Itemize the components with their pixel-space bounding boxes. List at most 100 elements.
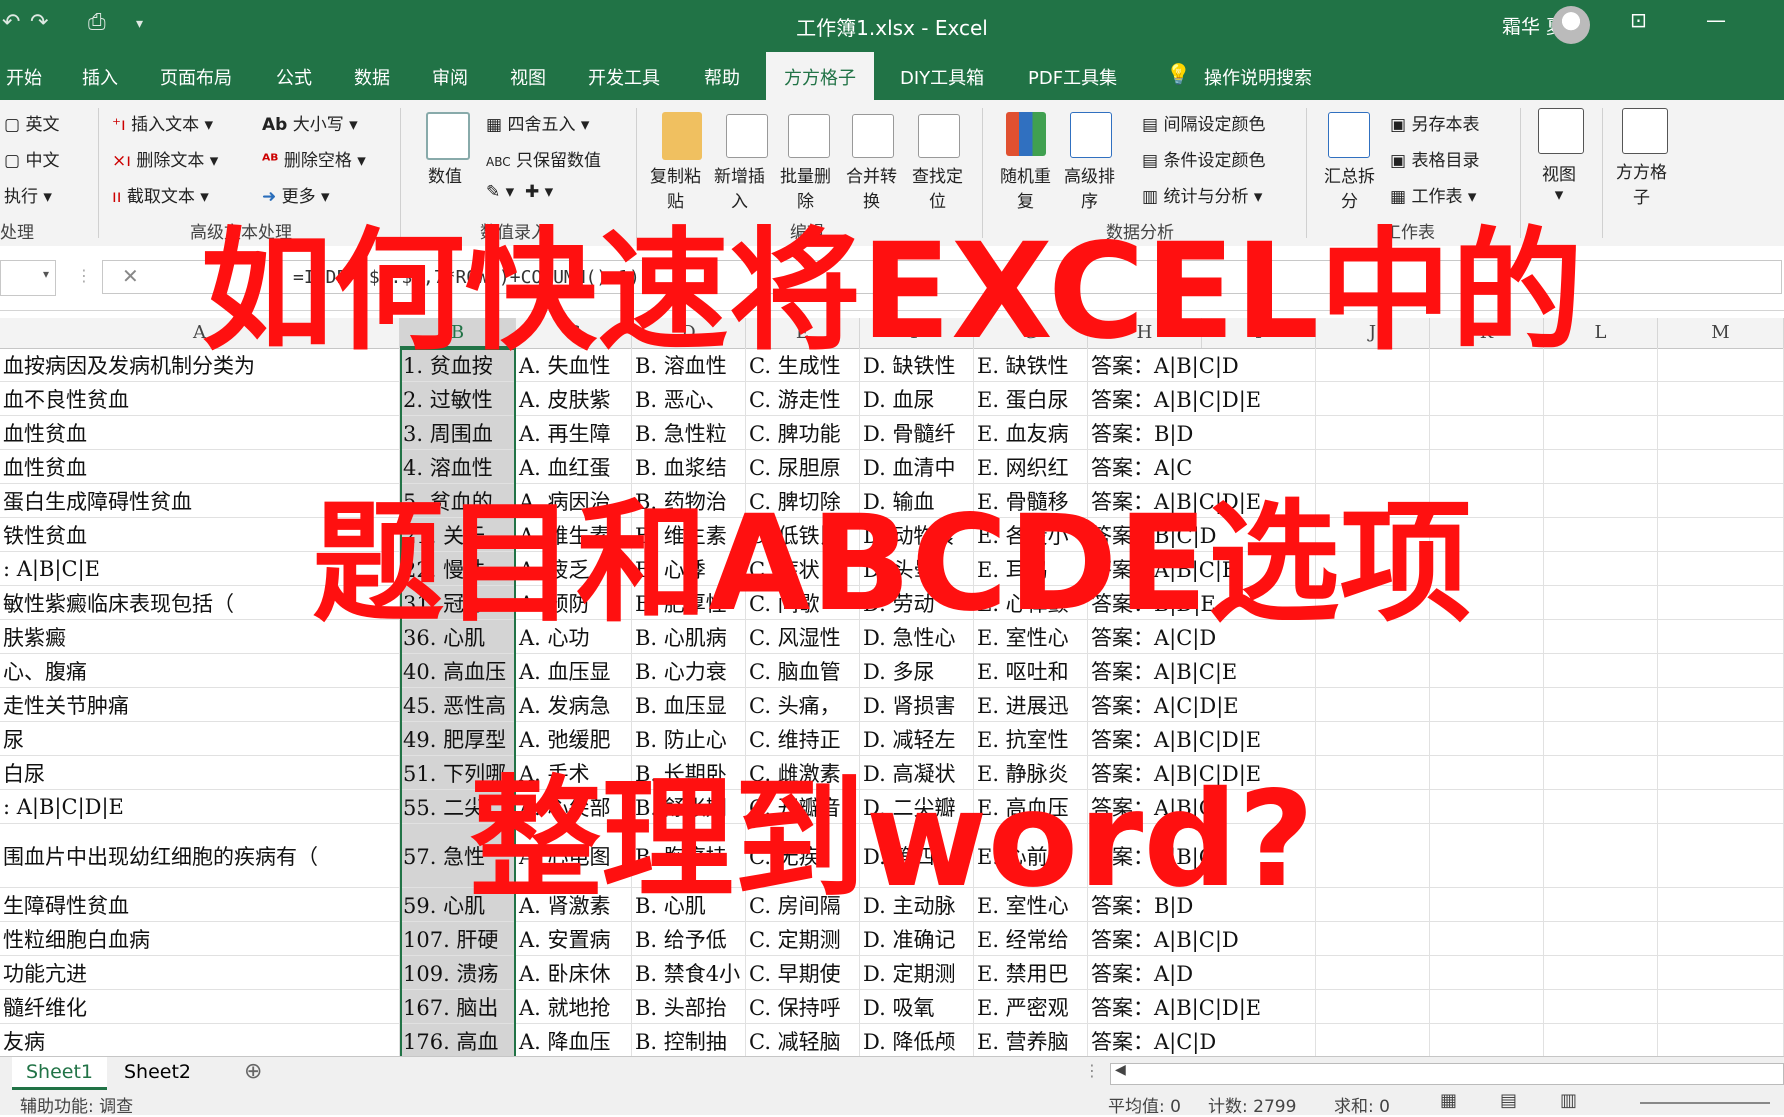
avatar[interactable] <box>1552 6 1590 44</box>
table-cell[interactable]: C. 头痛， <box>746 688 860 721</box>
tab-page-layout[interactable]: 页面布局 <box>160 64 232 90</box>
table-cell[interactable]: C. 维持正 <box>746 722 860 755</box>
table-cell[interactable]: 答案：A|B|C|D|E <box>1088 990 1316 1023</box>
minimize-icon[interactable]: — <box>1706 8 1726 32</box>
scroll-left-icon[interactable]: ◀ <box>1115 1062 1126 1078</box>
table-cell[interactable] <box>1316 1024 1430 1056</box>
table-cell[interactable] <box>1316 722 1430 755</box>
table-cell[interactable] <box>1544 1024 1658 1056</box>
table-cell[interactable]: 功能亢进 <box>0 956 400 989</box>
table-cell[interactable]: 3. 周围血 <box>400 416 516 449</box>
table-cell[interactable]: 答案：A|B|C|E <box>1088 654 1316 687</box>
table-cell[interactable]: E. 网织红 <box>974 450 1088 483</box>
table-cell[interactable]: A. 皮肤紫 <box>516 382 632 415</box>
save-sheet-button[interactable]: ▣ 另存本表 <box>1390 110 1479 135</box>
table-cell[interactable] <box>1544 990 1658 1023</box>
table-cell[interactable] <box>1316 416 1430 449</box>
table-cell[interactable]: E. 抗室性 <box>974 722 1088 755</box>
table-cell[interactable]: 答案：B|D <box>1088 416 1316 449</box>
table-cell[interactable]: A. 卧床休 <box>516 956 632 989</box>
table-cell[interactable]: 走性关节肿痛 <box>0 688 400 721</box>
delete-text-button[interactable]: ×ı 删除文本 ▾ <box>112 146 218 171</box>
table-cell[interactable]: D. 准确记 <box>860 922 974 955</box>
round-button[interactable]: ▦ 四舍五入 ▾ <box>486 110 589 135</box>
table-cell[interactable] <box>1430 688 1544 721</box>
case-button[interactable]: Ab 大小写 ▾ <box>262 110 358 135</box>
split-handle-icon[interactable]: ⋮ <box>1084 1061 1100 1080</box>
table-cell[interactable]: D. 定期测 <box>860 956 974 989</box>
table-cell[interactable]: D. 多尿 <box>860 654 974 687</box>
table-cell[interactable] <box>1544 654 1658 687</box>
table-cell[interactable]: D. 吸氧 <box>860 990 974 1023</box>
horizontal-scrollbar[interactable]: ◀ <box>1110 1062 1784 1085</box>
table-cell[interactable] <box>1544 688 1658 721</box>
table-cell[interactable]: 血性贫血 <box>0 450 400 483</box>
table-cell[interactable] <box>1658 450 1784 483</box>
table-cell[interactable]: E. 禁用巴 <box>974 956 1088 989</box>
table-cell[interactable]: E. 进展迅 <box>974 688 1088 721</box>
execute-button[interactable]: 执行 ▾ <box>4 182 52 207</box>
table-cell[interactable]: 答案：A|B|C|D|E <box>1088 722 1316 755</box>
table-cell[interactable] <box>1430 990 1544 1023</box>
normal-view-icon[interactable]: ▦ <box>1440 1090 1457 1111</box>
table-cell[interactable]: C. 脾功能 <box>746 416 860 449</box>
table-cell[interactable]: 4. 溶血性 <box>400 450 516 483</box>
table-cell[interactable] <box>1658 416 1784 449</box>
tab-home[interactable]: 开始 <box>6 64 42 90</box>
table-cell[interactable]: E. 营养脑 <box>974 1024 1088 1056</box>
sheet-tab-sheet1[interactable]: Sheet1 <box>12 1057 108 1090</box>
tab-diy-toolbox[interactable]: DIY工具箱 <box>900 64 984 90</box>
table-cell[interactable] <box>1430 654 1544 687</box>
table-cell[interactable]: 血性贫血 <box>0 416 400 449</box>
table-cell[interactable]: C. 游走性 <box>746 382 860 415</box>
table-cell[interactable] <box>1316 654 1430 687</box>
table-cell[interactable]: A. 就地抢 <box>516 990 632 1023</box>
english-option[interactable]: ▢ 英文 <box>4 110 59 135</box>
table-cell[interactable]: 45. 恶性高 <box>400 688 516 721</box>
random-repeat-button[interactable]: 随机重 复 <box>1000 162 1051 212</box>
table-cell[interactable] <box>1544 722 1658 755</box>
table-cell[interactable] <box>1430 1024 1544 1056</box>
table-cell[interactable]: C. 减轻脑 <box>746 1024 860 1056</box>
table-cell[interactable]: 109. 溃疡 <box>400 956 516 989</box>
chinese-option[interactable]: ▢ 中文 <box>4 146 59 171</box>
tab-pdf-tools[interactable]: PDF工具集 <box>1028 64 1117 90</box>
table-cell[interactable] <box>1430 922 1544 955</box>
table-cell[interactable]: C. 尿胆原 <box>746 450 860 483</box>
sheet-tab-sheet2[interactable]: Sheet2 <box>110 1057 205 1087</box>
worksheet-button[interactable]: ▦ 工作表 ▾ <box>1390 182 1476 207</box>
table-cell[interactable]: E. 严密观 <box>974 990 1088 1023</box>
table-cell[interactable] <box>1430 416 1544 449</box>
table-cell[interactable] <box>1430 382 1544 415</box>
table-cell[interactable]: 答案：A|C|D <box>1088 1024 1316 1056</box>
table-cell[interactable]: A. 降血压 <box>516 1024 632 1056</box>
table-cell[interactable]: E. 蛋白尿 <box>974 382 1088 415</box>
stats-analysis-button[interactable]: ▥ 统计与分析 ▾ <box>1142 182 1262 207</box>
table-cell[interactable]: 2. 过敏性 <box>400 382 516 415</box>
table-cell[interactable]: 176. 高血 <box>400 1024 516 1056</box>
merge-convert-button[interactable]: 合并转 换 <box>846 162 897 212</box>
table-cell[interactable]: B. 血压显 <box>632 688 746 721</box>
table-cell[interactable]: B. 头部抬 <box>632 990 746 1023</box>
interval-color-button[interactable]: ▤ 间隔设定颜色 <box>1142 110 1265 135</box>
table-cell[interactable]: B. 恶心、 <box>632 382 746 415</box>
keep-values-button[interactable]: ABC 只保留数值 <box>486 146 601 171</box>
insert-text-button[interactable]: ⁺ı 插入文本 ▾ <box>112 110 213 135</box>
find-locate-button[interactable]: 查找定 位 <box>912 162 963 212</box>
table-cell[interactable]: 答案：A|B|C|D <box>1088 922 1316 955</box>
summary-split-button[interactable]: 汇总拆 分 <box>1324 162 1375 212</box>
table-cell[interactable] <box>1658 956 1784 989</box>
table-cell[interactable]: A. 血红蛋 <box>516 450 632 483</box>
table-cell[interactable]: A. 弛缓肥 <box>516 722 632 755</box>
add-insert-button[interactable]: 新增插 入 <box>714 162 765 212</box>
table-cell[interactable]: 尿 <box>0 722 400 755</box>
table-cell[interactable] <box>1316 990 1430 1023</box>
table-cell[interactable]: A. 安置病 <box>516 922 632 955</box>
table-cell[interactable]: D. 骨髓纤 <box>860 416 974 449</box>
edit-plus-button[interactable]: ✎ ▾ ✚ ▾ <box>486 182 553 202</box>
table-cell[interactable]: A. 再生障 <box>516 416 632 449</box>
table-cell[interactable]: D. 减轻左 <box>860 722 974 755</box>
worksheet-grid[interactable]: 血按病因及发病机制分类为 1. 贫血按 A. 失血性 B. 溶血性 C. 生成性 D. 缺… <box>0 348 1784 1056</box>
table-cell[interactable] <box>1658 382 1784 415</box>
table-cell[interactable]: 血不良性贫血 <box>0 382 400 415</box>
